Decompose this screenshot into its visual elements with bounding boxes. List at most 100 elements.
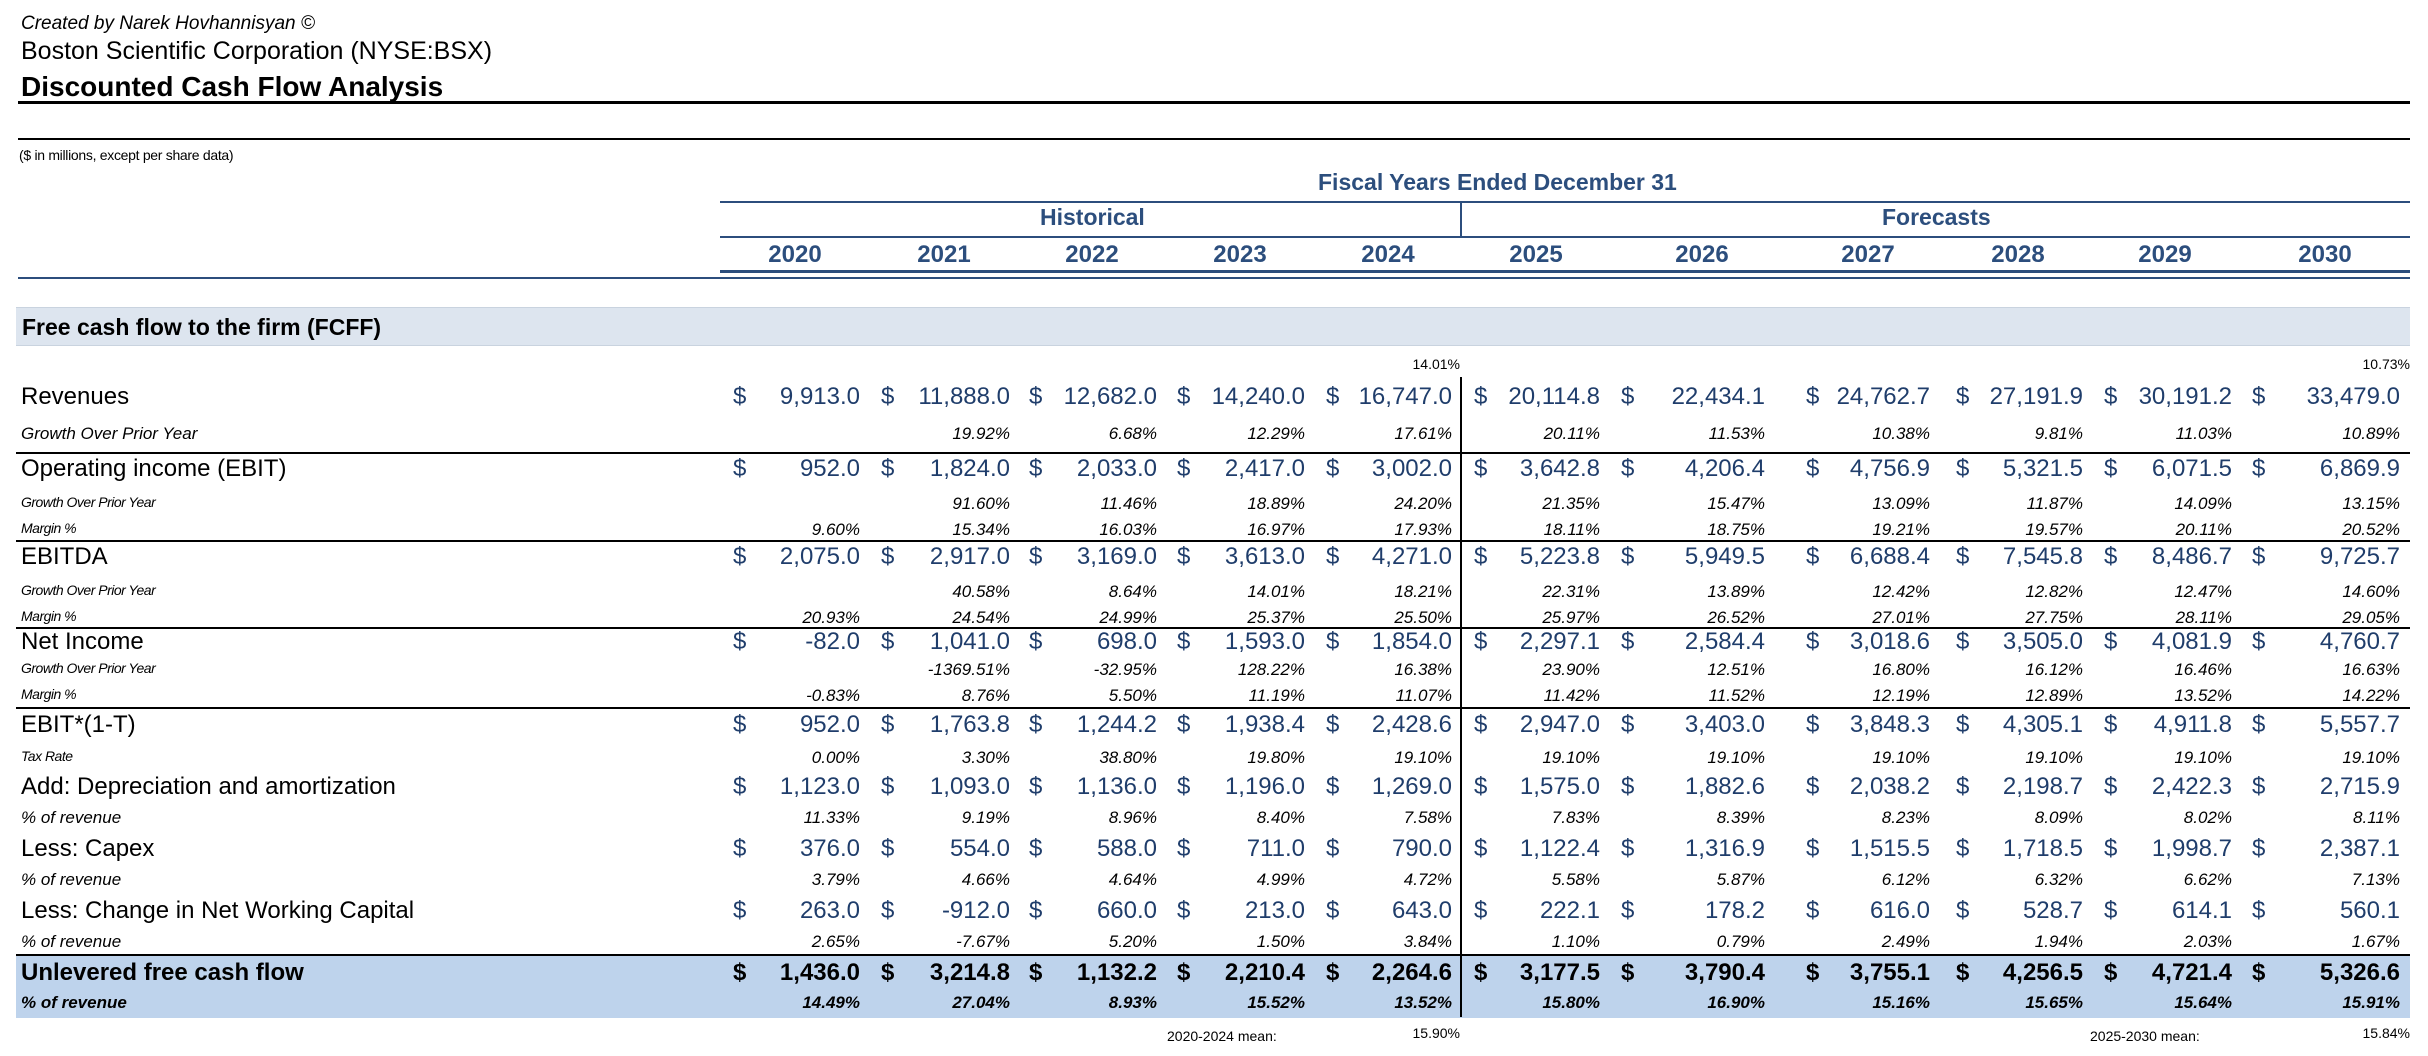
dollar-sign: $: [1956, 628, 1970, 655]
cell-nopat: 3,848.3: [1849, 711, 1930, 738]
cell-ni-growth: 128.22%: [1237, 660, 1305, 679]
dollar-sign: $: [1177, 711, 1191, 738]
cell-rev-growth: 20.11%: [1543, 424, 1600, 443]
cell-ebitda-margin: 25.37%: [1247, 608, 1305, 627]
dollar-sign: $: [881, 628, 895, 655]
dollar-sign: $: [2252, 773, 2266, 800]
cell-ebit-growth: 11.87%: [2026, 494, 2083, 513]
dollar-sign: $: [733, 383, 747, 410]
cell-fcf: 4,256.5: [2002, 959, 2083, 986]
cell-ebitda-growth: 8.64%: [1108, 582, 1157, 601]
cell-fcf-pct: 15.64%: [2174, 993, 2232, 1012]
row-label-ni-margin: Margin %: [21, 686, 77, 702]
row-label-fcf-pct: % of revenue: [21, 993, 127, 1012]
cell-nwc-pct: 5.20%: [1108, 932, 1157, 951]
cell-nopat: 4,305.1: [2002, 711, 2083, 738]
cell-tax: 3.30%: [961, 748, 1010, 767]
cell-rev-growth: 11.53%: [1708, 424, 1765, 443]
cell-ebit: 3,002.0: [1371, 455, 1452, 482]
cell-tax: 19.10%: [1872, 748, 1930, 767]
cell-ni: 3,018.6: [1849, 628, 1930, 655]
dollar-sign: $: [1806, 835, 1820, 862]
dollar-sign: $: [1956, 455, 1970, 482]
dollar-sign: $: [1029, 835, 1043, 862]
row-label-nopat: EBIT*(1-T): [21, 711, 136, 738]
cell-ebitda-margin: 25.97%: [1542, 608, 1600, 627]
cell-rev-growth: 12.29%: [1247, 424, 1305, 443]
cell-ebitda-growth: 22.31%: [1542, 582, 1600, 601]
row-label-fcf: Unlevered free cash flow: [21, 959, 304, 986]
cell-ebit-growth: 13.09%: [1872, 494, 1930, 513]
dollar-sign: $: [1956, 773, 1970, 800]
cell-nwc: -912.0: [941, 897, 1010, 924]
cell-ebitda-margin: 28.11%: [2175, 608, 2232, 627]
cell-capex-pct: 4.64%: [1108, 870, 1157, 889]
row-label-da-pct: % of revenue: [21, 808, 122, 827]
cell-rev-growth: 9.81%: [2034, 424, 2083, 443]
dollar-sign: $: [1177, 773, 1191, 800]
cell-ebit-margin: 16.03%: [1099, 520, 1157, 539]
cell-ebitda-growth: 18.21%: [1394, 582, 1452, 601]
cell-ebit-margin: 18.75%: [1707, 520, 1765, 539]
dollar-sign: $: [1956, 543, 1970, 570]
cell-ebit-margin: 20.52%: [2342, 520, 2400, 539]
dollar-sign: $: [2252, 628, 2266, 655]
dollar-sign: $: [1621, 455, 1635, 482]
cell-fcf: 3,214.8: [929, 959, 1010, 986]
dollar-sign: $: [1474, 711, 1488, 738]
cell-fcf-pct: 13.52%: [1394, 993, 1452, 1012]
cell-capex-pct: 7.13%: [2351, 870, 2400, 889]
group-divider: [1460, 203, 1462, 236]
cell-fcf: 3,177.5: [1519, 959, 1600, 986]
row-label-ebitda: EBITDA: [21, 543, 108, 570]
cell-capex-pct: 6.32%: [2034, 870, 2083, 889]
cell-ni: 1,593.0: [1224, 628, 1305, 655]
dollar-sign: $: [881, 773, 895, 800]
dollar-sign: $: [1621, 959, 1635, 986]
dollar-sign: $: [2104, 383, 2118, 410]
year-header: 2027: [1841, 241, 1895, 268]
cell-ebit-margin: 19.21%: [1872, 520, 1930, 539]
cell-nwc: 643.0: [1391, 897, 1452, 924]
cell-da: 2,198.7: [2002, 773, 2083, 800]
dollar-sign: $: [1326, 897, 1340, 924]
row-label-ni-growth: Growth Over Prior Year: [21, 660, 156, 676]
cell-nwc-pct: 2.65%: [811, 932, 860, 951]
dollar-sign: $: [1177, 835, 1191, 862]
cell-ni-margin: -0.83%: [806, 686, 860, 705]
cell-da: 1,123.0: [779, 773, 860, 800]
dollar-sign: $: [2252, 835, 2266, 862]
cell-capex-pct: 6.12%: [1881, 870, 1930, 889]
cell-da: 1,093.0: [929, 773, 1010, 800]
cell-ebitda-margin: 25.50%: [1394, 608, 1452, 627]
cell-da: 1,575.0: [1519, 773, 1600, 800]
cell-ebitda-margin: 26.52%: [1707, 608, 1765, 627]
row-label-ebitda-growth: Growth Over Prior Year: [21, 582, 156, 598]
dollar-sign: $: [1806, 959, 1820, 986]
cell-ebit-growth: 21.35%: [1542, 494, 1600, 513]
dollar-sign: $: [1806, 773, 1820, 800]
cell-ni-margin: 11.42%: [1543, 686, 1600, 705]
cell-fcf: 3,755.1: [1849, 959, 1930, 986]
cell-ebit: 952.0: [799, 455, 860, 482]
cell-ebit-margin: 17.93%: [1394, 520, 1452, 539]
cell-ni-margin: 8.76%: [961, 686, 1010, 705]
dollar-sign: $: [1029, 773, 1043, 800]
cell-da: 1,269.0: [1371, 773, 1452, 800]
cell-ebit-growth: 11.46%: [1100, 494, 1157, 513]
cell-da-pct: 8.23%: [1881, 808, 1930, 827]
dollar-sign: $: [1177, 543, 1191, 570]
cell-ebitda: 3,169.0: [1076, 543, 1157, 570]
cell-fcf: 4,721.4: [2151, 959, 2232, 986]
dollar-sign: $: [2104, 628, 2118, 655]
dollar-sign: $: [1029, 959, 1043, 986]
cell-nopat: 1,938.4: [1224, 711, 1305, 738]
cell-capex-pct: 5.58%: [1551, 870, 1600, 889]
cell-da: 1,136.0: [1076, 773, 1157, 800]
dollar-sign: $: [1621, 711, 1635, 738]
cell-ebit: 2,417.0: [1224, 455, 1305, 482]
cell-ni-margin: 5.50%: [1108, 686, 1157, 705]
cell-da-pct: 8.39%: [1716, 808, 1765, 827]
cell-revenues: 11,888.0: [918, 383, 1010, 410]
cell-nwc: 213.0: [1244, 897, 1305, 924]
